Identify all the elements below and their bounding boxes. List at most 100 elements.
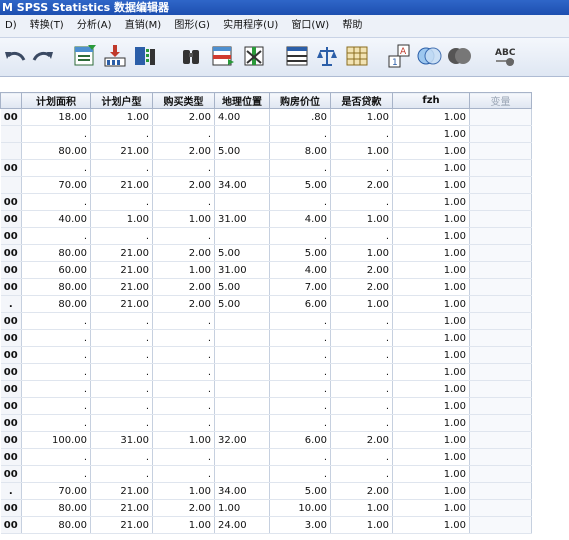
price-cell[interactable]: .: [269, 125, 331, 143]
row-number[interactable]: 00: [0, 261, 22, 279]
empty-cell[interactable]: [469, 329, 532, 347]
loan-cell[interactable]: .: [330, 329, 393, 347]
empty-cell[interactable]: [469, 363, 532, 381]
row-number[interactable]: 00: [0, 431, 22, 449]
empty-cell[interactable]: [469, 431, 532, 449]
price-cell[interactable]: 10.00: [269, 499, 331, 517]
price-cell[interactable]: .: [269, 465, 331, 483]
plan-type-cell[interactable]: 21.00: [90, 516, 153, 534]
fzh-cell[interactable]: 1.00: [392, 431, 470, 449]
fzh-cell[interactable]: 1.00: [392, 499, 470, 517]
column-header-loan[interactable]: 是否贷款: [330, 92, 393, 109]
purchase-type-cell[interactable]: 1.00: [152, 210, 215, 228]
fzh-cell[interactable]: 1.00: [392, 176, 470, 194]
empty-cell[interactable]: [469, 312, 532, 330]
empty-cell[interactable]: [469, 482, 532, 500]
row-number[interactable]: 00: [0, 193, 22, 211]
fzh-cell[interactable]: 1.00: [392, 312, 470, 330]
location-cell[interactable]: [214, 193, 270, 211]
price-cell[interactable]: .: [269, 380, 331, 398]
plan-area-cell[interactable]: .: [21, 125, 91, 143]
price-cell[interactable]: 5.00: [269, 176, 331, 194]
empty-cell[interactable]: [469, 448, 532, 466]
fzh-cell[interactable]: 1.00: [392, 516, 470, 534]
menu-analyze[interactable]: 分析(A): [72, 15, 117, 37]
fzh-cell[interactable]: 1.00: [392, 108, 470, 126]
price-cell[interactable]: 7.00: [269, 278, 331, 296]
plan-type-cell[interactable]: .: [90, 448, 153, 466]
weight-cases-icon[interactable]: [314, 43, 340, 69]
fzh-cell[interactable]: 1.00: [392, 397, 470, 415]
find-icon[interactable]: [178, 43, 204, 69]
location-cell[interactable]: [214, 227, 270, 245]
loan-cell[interactable]: 2.00: [330, 261, 393, 279]
fzh-cell[interactable]: 1.00: [392, 295, 470, 313]
empty-cell[interactable]: [469, 193, 532, 211]
plan-type-cell[interactable]: 21.00: [90, 499, 153, 517]
price-cell[interactable]: .: [269, 159, 331, 177]
insert-cases-icon[interactable]: [210, 43, 236, 69]
plan-type-cell[interactable]: 21.00: [90, 176, 153, 194]
loan-cell[interactable]: .: [330, 227, 393, 245]
fzh-cell[interactable]: 1.00: [392, 380, 470, 398]
plan-area-cell[interactable]: .: [21, 363, 91, 381]
plan-type-cell[interactable]: .: [90, 329, 153, 347]
row-number[interactable]: 00: [0, 380, 22, 398]
purchase-type-cell[interactable]: .: [152, 465, 215, 483]
purchase-type-cell[interactable]: .: [152, 448, 215, 466]
plan-area-cell[interactable]: .: [21, 329, 91, 347]
price-cell[interactable]: 4.00: [269, 261, 331, 279]
menu-data[interactable]: D): [0, 15, 22, 37]
plan-type-cell[interactable]: 21.00: [90, 142, 153, 160]
row-number[interactable]: 00: [0, 210, 22, 228]
empty-cell[interactable]: [469, 346, 532, 364]
loan-cell[interactable]: .: [330, 397, 393, 415]
spell-check-icon[interactable]: ABC: [492, 43, 518, 69]
menu-window[interactable]: 窗口(W): [286, 15, 334, 37]
column-header-location[interactable]: 地理位置: [214, 92, 270, 109]
select-cases-icon[interactable]: [344, 43, 370, 69]
plan-area-cell[interactable]: .: [21, 227, 91, 245]
plan-area-cell[interactable]: .: [21, 414, 91, 432]
fzh-cell[interactable]: 1.00: [392, 329, 470, 347]
price-cell[interactable]: .: [269, 448, 331, 466]
price-cell[interactable]: 8.00: [269, 142, 331, 160]
plan-area-cell[interactable]: 80.00: [21, 295, 91, 313]
plan-type-cell[interactable]: .: [90, 397, 153, 415]
fzh-cell[interactable]: 1.00: [392, 278, 470, 296]
loan-cell[interactable]: 1.00: [330, 210, 393, 228]
plan-area-cell[interactable]: .: [21, 346, 91, 364]
row-number[interactable]: 00: [0, 278, 22, 296]
plan-type-cell[interactable]: 31.00: [90, 431, 153, 449]
empty-cell[interactable]: [469, 414, 532, 432]
row-number[interactable]: .: [0, 482, 22, 500]
purchase-type-cell[interactable]: 2.00: [152, 278, 215, 296]
plan-area-cell[interactable]: 80.00: [21, 278, 91, 296]
purchase-type-cell[interactable]: 2.00: [152, 499, 215, 517]
empty-cell[interactable]: [469, 465, 532, 483]
empty-cell[interactable]: [469, 499, 532, 517]
location-cell[interactable]: 5.00: [214, 295, 270, 313]
purchase-type-cell[interactable]: .: [152, 346, 215, 364]
plan-area-cell[interactable]: 70.00: [21, 482, 91, 500]
purchase-type-cell[interactable]: .: [152, 227, 215, 245]
loan-cell[interactable]: 1.00: [330, 142, 393, 160]
redo-icon[interactable]: [30, 43, 56, 69]
purchase-type-cell[interactable]: 2.00: [152, 142, 215, 160]
empty-cell[interactable]: [469, 244, 532, 262]
row-number[interactable]: 00: [0, 448, 22, 466]
location-cell[interactable]: 1.00: [214, 499, 270, 517]
plan-type-cell[interactable]: 21.00: [90, 244, 153, 262]
plan-type-cell[interactable]: .: [90, 193, 153, 211]
location-cell[interactable]: 5.00: [214, 278, 270, 296]
plan-area-cell[interactable]: 80.00: [21, 244, 91, 262]
purchase-type-cell[interactable]: .: [152, 312, 215, 330]
plan-area-cell[interactable]: .: [21, 465, 91, 483]
purchase-type-cell[interactable]: .: [152, 329, 215, 347]
location-cell[interactable]: [214, 414, 270, 432]
purchase-type-cell[interactable]: 2.00: [152, 295, 215, 313]
undo-icon[interactable]: [2, 43, 28, 69]
plan-type-cell[interactable]: 1.00: [90, 108, 153, 126]
plan-type-cell[interactable]: 21.00: [90, 261, 153, 279]
show-all-variables-icon[interactable]: [446, 43, 472, 69]
